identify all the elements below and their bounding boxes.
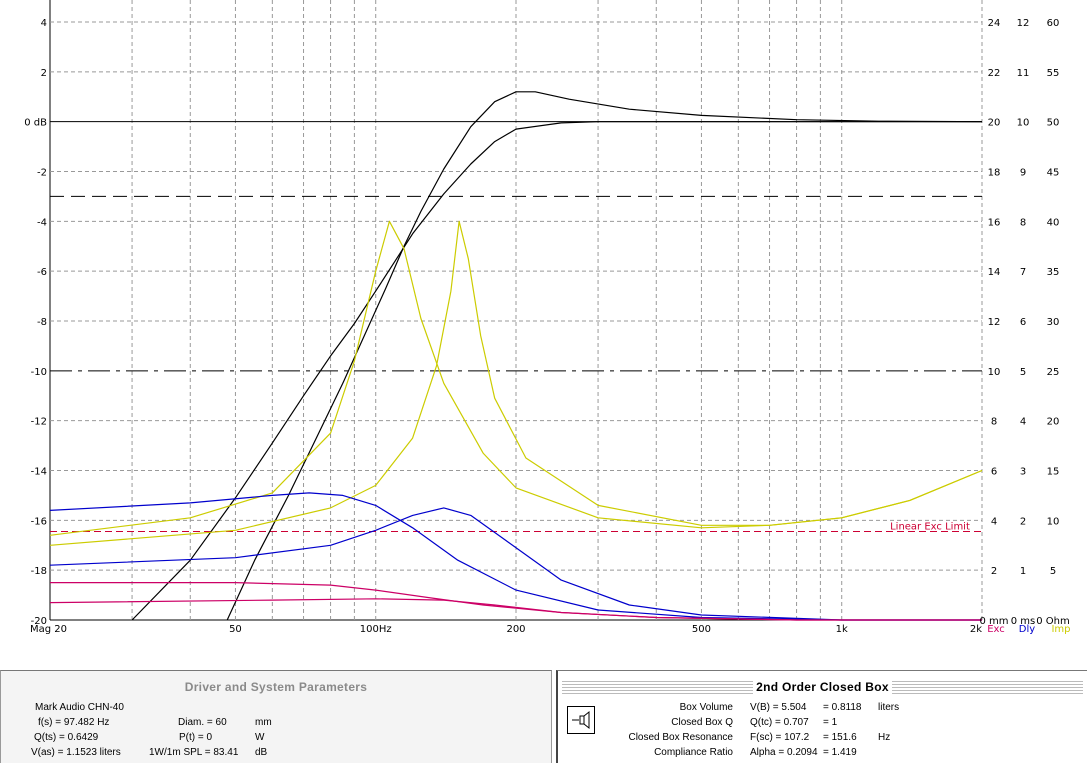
right-axis-label: 50	[1047, 118, 1060, 129]
right-axis-label: 10	[988, 367, 1001, 378]
closed-box-resonance-value[interactable]: F(sc) = 107.2	[750, 732, 809, 743]
y-tick-label: 0 dB	[24, 118, 47, 129]
right-axis-label: 10	[1017, 118, 1030, 129]
right-axis-label: 12	[1017, 18, 1030, 29]
right-axis-label: 18	[988, 168, 1001, 179]
right-axis-label: 11	[1017, 68, 1030, 79]
closed-box-q-value[interactable]: Q(tc) = 0.707	[750, 717, 809, 728]
vas-field[interactable]: V(as) = 1.1523 liters	[31, 747, 121, 758]
right-axis-label: 1	[1020, 566, 1026, 577]
driver-panel-title: Driver and System Parameters	[184, 680, 368, 694]
grid	[49, 0, 983, 621]
y-tick-label: -10	[31, 367, 47, 378]
box-panel-title: 2nd Order Closed Box	[558, 680, 1087, 694]
pt-unit: W	[255, 732, 265, 743]
right-axis-label: 6	[1020, 317, 1026, 328]
right-axis-label: 2	[1020, 516, 1026, 527]
y-tick-label: -4	[37, 217, 47, 228]
compliance-ratio-value2[interactable]: = 1.419	[823, 747, 857, 758]
right-axis-label: 3	[1020, 467, 1026, 478]
pt-field[interactable]: P(t) = 0	[179, 732, 212, 743]
driver-parameters-panel: Driver and System Parameters Mark Audio …	[0, 670, 552, 763]
excursion-limit-label: Linear Exc Limit	[890, 522, 970, 533]
right-axis-label: 40	[1047, 217, 1060, 228]
frequency-response-chart: Linear Exc Limit 4 2 0 dB -2 -4 -6 -8 -10 -12 -14 -…	[24, 0, 1071, 635]
legend-label: Imp	[1051, 624, 1070, 635]
closed-box-resonance-label: Closed Box Resonance	[628, 732, 733, 743]
right-axis-label: 8	[991, 417, 997, 428]
closed-box-q-label: Closed Box Q	[671, 717, 733, 728]
right-axis-label: 60	[1047, 18, 1060, 29]
right-axis-label: 12	[988, 317, 1001, 328]
box-volume-value[interactable]: V(B) = 5.504	[750, 702, 806, 713]
right-axis-label: 55	[1047, 68, 1060, 79]
right-axis-label: 6	[991, 467, 997, 478]
x-tick-label: Mag 20	[30, 624, 67, 635]
box-volume-value2[interactable]: = 0.8118	[823, 702, 861, 713]
fs-field[interactable]: f(s) = 97.482 Hz	[38, 717, 109, 728]
right-axis-label: 25	[1047, 367, 1060, 378]
right-axis-label: 15	[1047, 467, 1060, 478]
y-tick-label: 2	[41, 68, 47, 79]
diam-field[interactable]: Diam. = 60	[178, 717, 227, 728]
speaker-box-icon[interactable]	[567, 706, 595, 734]
y-tick-label: -14	[31, 467, 47, 478]
box-volume-label: Box Volume	[679, 702, 733, 713]
y-tick-label: -2	[37, 168, 47, 179]
diam-unit: mm	[255, 717, 272, 728]
right-axis-label: 4	[991, 516, 997, 527]
closed-box-resonance-unit: Hz	[878, 732, 891, 743]
legend-label: Dly	[1019, 624, 1035, 635]
x-tick-label: 50	[229, 624, 242, 635]
y-tick-label: -8	[37, 317, 47, 328]
separator	[0, 640, 1087, 667]
driver-name[interactable]: Mark Audio CHN-40	[35, 702, 124, 713]
closed-box-resonance-value2[interactable]: = 151.6	[823, 732, 857, 743]
x-tick-label: 2k	[970, 624, 982, 635]
right-axis-label: 35	[1047, 267, 1060, 278]
box-volume-unit: liters	[878, 702, 900, 713]
x-tick-label: 200	[506, 624, 525, 635]
closed-box-panel: 2nd Order Closed Box Box Volume V(B) = 5…	[556, 670, 1087, 763]
closed-box-q-value2[interactable]: = 1	[823, 717, 837, 728]
y-tick-label: 4	[41, 18, 47, 29]
right-axis-label: 5	[1020, 367, 1026, 378]
y-tick-label: -6	[37, 267, 47, 278]
y-tick-label: -18	[31, 566, 47, 577]
spl-unit: dB	[255, 747, 268, 758]
compliance-ratio-value[interactable]: Alpha = 0.2094	[750, 747, 818, 758]
right-axis-label: 24	[988, 18, 1001, 29]
right-axis-label: 4	[1020, 417, 1026, 428]
x-tick-label: 1k	[836, 624, 848, 635]
right-axis-label: 20	[988, 118, 1001, 129]
right-axis-label: 16	[988, 217, 1001, 228]
right-axis-label: 20	[1047, 417, 1060, 428]
spl-field[interactable]: 1W/1m SPL = 83.41	[149, 747, 238, 758]
right-axis-label: 14	[988, 267, 1001, 278]
legend-label: Exc	[987, 624, 1005, 635]
right-axis-label: 9	[1020, 168, 1026, 179]
x-tick-label: 500	[692, 624, 711, 635]
right-axis-label: 7	[1020, 267, 1026, 278]
right-axis-label: 45	[1047, 168, 1060, 179]
qts-field[interactable]: Q(ts) = 0.6429	[34, 732, 98, 743]
right-axis-label: 22	[988, 68, 1001, 79]
right-axis-label: 10	[1047, 516, 1060, 527]
compliance-ratio-label: Compliance Ratio	[654, 747, 733, 758]
right-axis-label: 30	[1047, 317, 1060, 328]
x-tick-label: 100Hz	[360, 624, 392, 635]
axis-labels: Linear Exc Limit 4 2 0 dB -2 -4 -6 -8 -10 -12 -14 -…	[24, 18, 1070, 635]
right-axis-label: 8	[1020, 217, 1026, 228]
y-tick-label: -16	[31, 516, 47, 527]
right-axis-label: 5	[1050, 566, 1056, 577]
right-axis-label: 2	[991, 566, 997, 577]
y-tick-label: -12	[31, 417, 47, 428]
